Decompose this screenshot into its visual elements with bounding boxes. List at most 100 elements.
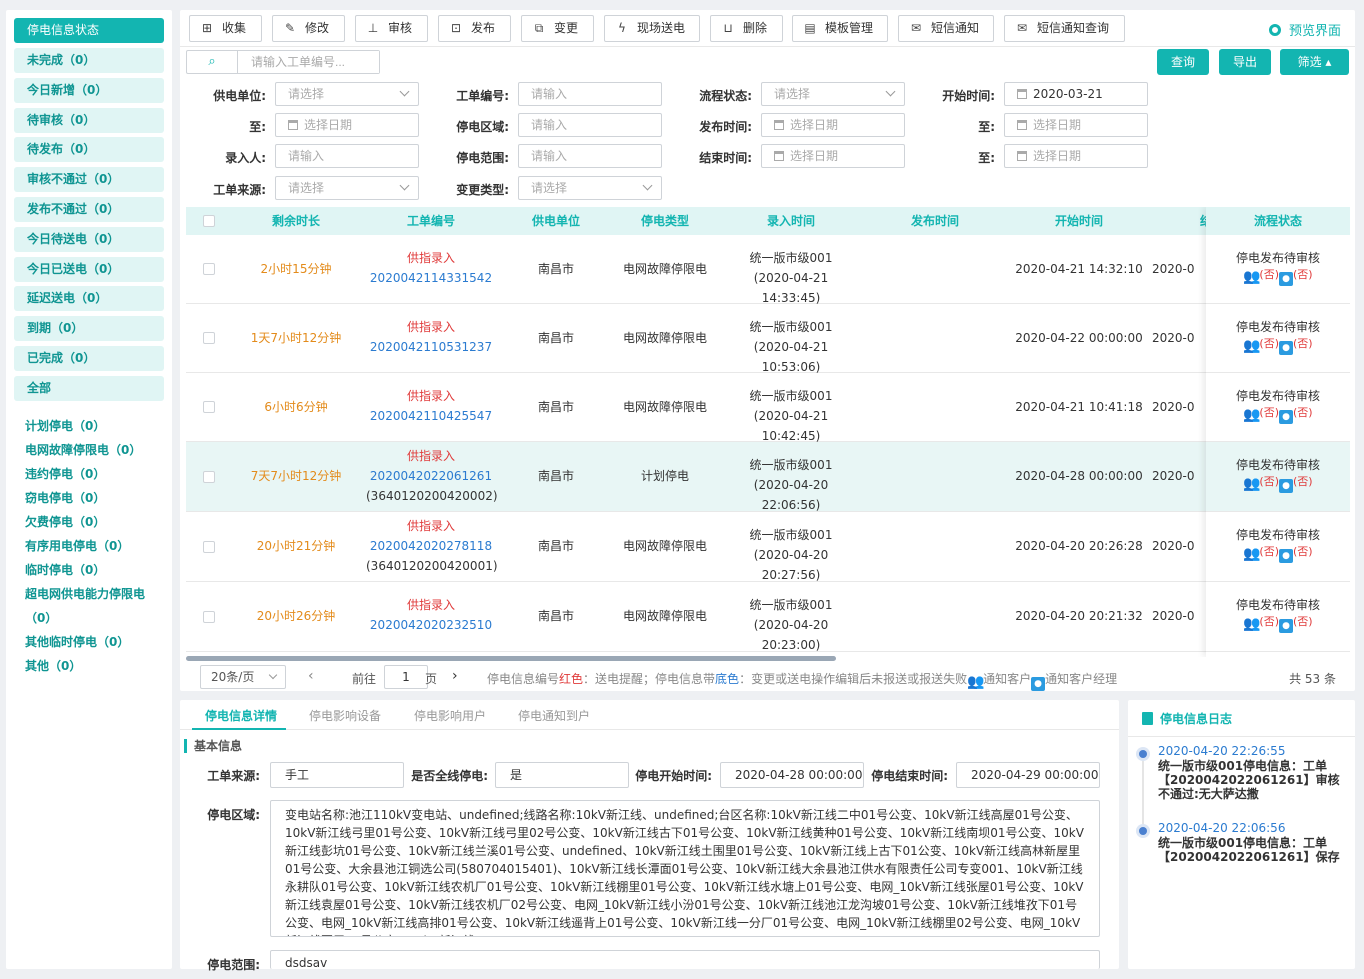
- row-checkbox[interactable]: [203, 332, 215, 344]
- flow-status-select[interactable]: 请选择: [761, 82, 905, 106]
- to-date-2[interactable]: 选择日期: [1004, 113, 1148, 137]
- column-header[interactable]: 剩余时长: [236, 207, 356, 235]
- table-row[interactable]: 20小时21分钟 供指录入 2020042020278118 (36401202…: [186, 512, 1350, 582]
- change-button[interactable]: ⧉ 变更: [521, 15, 594, 42]
- query-button[interactable]: 查询: [1157, 49, 1209, 75]
- to-date-1[interactable]: 选择日期: [275, 113, 419, 137]
- start-time-date[interactable]: 2020-03-21: [1004, 82, 1148, 106]
- template-manage-button[interactable]: ▤ 模板管理: [792, 15, 888, 42]
- tab-affected-devices[interactable]: 停电影响设备: [309, 707, 381, 724]
- column-header[interactable]: 发布时间: [858, 207, 1012, 235]
- row-checkbox[interactable]: [203, 401, 215, 413]
- onsite-restore-button[interactable]: ϟ 现场送电: [604, 15, 700, 42]
- order-number-link[interactable]: 2020042020278118: [366, 536, 496, 556]
- publish-time-date[interactable]: 选择日期: [761, 113, 905, 137]
- sidebar-item-review-rejected[interactable]: 审核不通过（0）: [14, 167, 164, 193]
- row-checkbox[interactable]: [203, 471, 215, 483]
- horizontal-scrollbar[interactable]: [186, 656, 836, 661]
- row-checkbox[interactable]: [203, 541, 215, 553]
- sidebar-item-today-restore-pending[interactable]: 今日待送电（0）: [14, 226, 164, 252]
- tab-affected-users[interactable]: 停电影响用户: [414, 707, 486, 724]
- sidebar-sub-arrears[interactable]: 欠费停电（0）: [14, 510, 164, 534]
- sidebar-item-today-new[interactable]: 今日新增（0）: [14, 77, 164, 103]
- order-number-link[interactable]: 2020042110425547: [366, 406, 496, 426]
- delete-button[interactable]: ⊔ 删除: [710, 15, 783, 42]
- column-header[interactable]: 录入时间: [724, 207, 858, 235]
- column-header[interactable]: 工单编号: [366, 207, 496, 235]
- order-no-input[interactable]: 请输入: [518, 82, 662, 106]
- area-textarea[interactable]: 变电站名称:池江110kV变电站、undefined;线路名称:10kV新江线、…: [270, 800, 1100, 937]
- sms-notify-button[interactable]: ✉ 短信通知: [898, 15, 994, 42]
- tab-outage-detail[interactable]: 停电信息详情: [205, 707, 277, 724]
- column-header[interactable]: 供电单位: [506, 207, 606, 235]
- table-row[interactable]: 6小时6分钟 供指录入 2020042110425547 南昌市 电网故障停限电…: [186, 373, 1350, 443]
- outage-area-input[interactable]: 请输入: [518, 113, 662, 137]
- column-header[interactable]: 流程状态: [1206, 207, 1350, 235]
- table-row[interactable]: 20小时26分钟 供指录入 2020042020232510 南昌市 电网故障停…: [186, 582, 1350, 652]
- sidebar-sub-orderly[interactable]: 有序用电停电（0）: [14, 534, 164, 558]
- column-header[interactable]: 停电类型: [606, 207, 724, 235]
- filter-button[interactable]: 筛选 ▴: [1280, 49, 1349, 75]
- review-button[interactable]: ⊥ 审核: [355, 15, 428, 42]
- power-unit-select[interactable]: 请选择: [275, 82, 419, 106]
- to-date-3[interactable]: 选择日期: [1004, 144, 1148, 168]
- order-number-link[interactable]: 2020042020232510: [366, 615, 496, 635]
- sidebar-item-pending-publish[interactable]: 待发布（0）: [14, 137, 164, 163]
- search-input[interactable]: [239, 51, 379, 73]
- sidebar-sub-grid-fault[interactable]: 电网故障停限电（0）: [14, 438, 164, 462]
- sidebar-sub-violation[interactable]: 违约停电（0）: [14, 462, 164, 486]
- lightning-icon: ϟ: [618, 21, 626, 35]
- page-size-select[interactable]: 20条/页: [200, 665, 286, 689]
- sidebar-sub-other[interactable]: 其他（0）: [14, 654, 164, 678]
- prev-page-icon[interactable]: ‹: [308, 668, 314, 684]
- outage-range-input[interactable]: 请输入: [518, 144, 662, 168]
- sidebar-header[interactable]: 停电信息状态: [14, 18, 164, 43]
- sidebar-item-pending-review[interactable]: 待审核（0）: [14, 107, 164, 133]
- row-checkbox[interactable]: [203, 263, 215, 275]
- export-button[interactable]: 导出: [1219, 49, 1271, 75]
- order-number-link[interactable]: 2020042110531237: [366, 337, 496, 357]
- sms-query-button[interactable]: ✉ 短信通知查询: [1004, 15, 1125, 42]
- next-page-icon[interactable]: ›: [452, 668, 458, 684]
- table-row[interactable]: 7天7小时12分钟 供指录入 2020042022061261 (3640120…: [186, 442, 1350, 512]
- row-checkbox[interactable]: [203, 611, 215, 623]
- order-source: 供指录入: [406, 320, 455, 334]
- sidebar-sub-over-capacity[interactable]: 超电网供电能力停限电: [14, 582, 164, 606]
- start-field[interactable]: 2020-04-28 00:00:00: [720, 762, 864, 788]
- select-all-checkbox[interactable]: [203, 215, 215, 227]
- sidebar-sub-over-capacity-count[interactable]: （0）: [14, 606, 164, 630]
- order-number-link[interactable]: 2020042022061261: [366, 466, 496, 486]
- order-no-label: 工单编号:: [456, 89, 509, 103]
- sidebar-item-today-restored[interactable]: 今日已送电（0）: [14, 256, 164, 282]
- collect-button[interactable]: ⊞ 收集: [189, 15, 262, 42]
- edit-button[interactable]: ✎ 修改: [272, 15, 345, 42]
- notify-manager-icon: ●: [1031, 677, 1046, 691]
- range-field[interactable]: dsdsav: [270, 950, 1100, 970]
- full-line-field[interactable]: 是: [495, 762, 629, 788]
- sidebar-sub-other-temporary[interactable]: 其他临时停电（0）: [14, 630, 164, 654]
- sidebar-item-all[interactable]: 全部: [14, 375, 164, 401]
- end-time-date[interactable]: 选择日期: [761, 144, 905, 168]
- page-number-input[interactable]: 1: [384, 665, 428, 689]
- search-icon[interactable]: ⌕: [187, 51, 238, 73]
- tab-notify-users[interactable]: 停电通知到户: [518, 707, 590, 724]
- sidebar-item-expired[interactable]: 到期（0）: [14, 316, 164, 342]
- sidebar-sub-temporary[interactable]: 临时停电（0）: [14, 558, 164, 582]
- publish-button[interactable]: ⊡ 发布: [438, 15, 511, 42]
- order-number-link[interactable]: 2020042114331542: [366, 268, 496, 288]
- sidebar-sub-theft[interactable]: 窃电停电（0）: [14, 486, 164, 510]
- entry-person-input[interactable]: 请输入: [275, 144, 419, 168]
- preview-toggle[interactable]: 预览界面: [1268, 20, 1341, 39]
- change-type-select[interactable]: 请选择: [518, 176, 662, 200]
- sidebar-item-publish-rejected[interactable]: 发布不通过（0）: [14, 196, 164, 222]
- source-field[interactable]: 手工: [270, 762, 404, 788]
- column-header[interactable]: 开始时间: [1012, 207, 1146, 235]
- end-field[interactable]: 2020-04-29 00:00:00: [956, 762, 1100, 788]
- table-row[interactable]: 2小时15分钟 供指录入 2020042114331542 南昌市 电网故障停限…: [186, 235, 1350, 305]
- table-row[interactable]: 1天7小时12分钟 供指录入 2020042110531237 南昌市 电网故障…: [186, 304, 1350, 374]
- sidebar-item-completed[interactable]: 已完成（0）: [14, 345, 164, 371]
- sidebar-sub-planned[interactable]: 计划停电（0）: [14, 414, 164, 438]
- order-source-select[interactable]: 请选择: [275, 176, 419, 200]
- sidebar-item-incomplete[interactable]: 未完成（0）: [14, 48, 164, 73]
- sidebar-item-delayed[interactable]: 延迟送电（0）: [14, 286, 164, 312]
